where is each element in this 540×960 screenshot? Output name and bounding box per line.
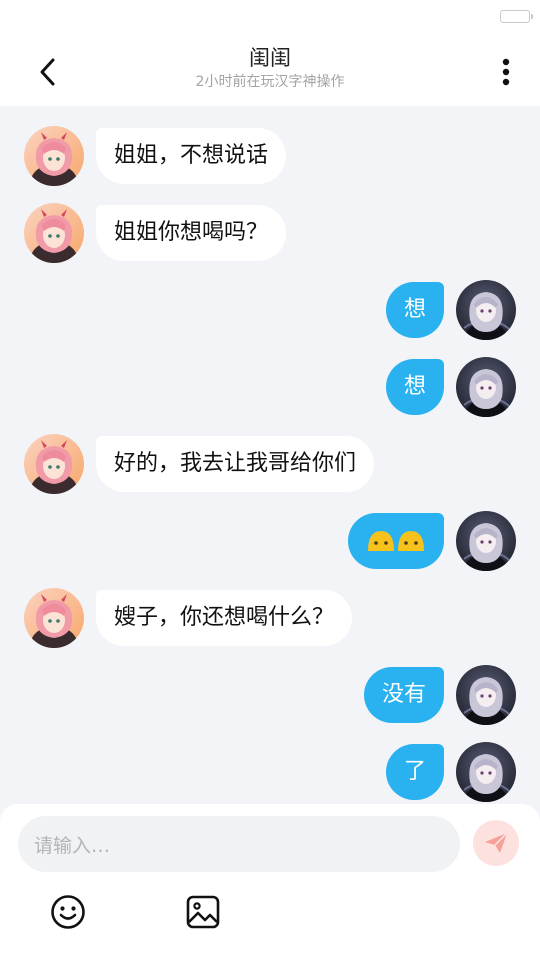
avatar[interactable]	[456, 665, 516, 725]
send-button[interactable]	[473, 820, 519, 866]
image-button[interactable]	[183, 892, 223, 932]
image-icon	[186, 895, 220, 929]
message-bubble[interactable]: 好的，我去让我哥给你们	[96, 436, 375, 492]
message-row: 姐姐你想喝吗？	[0, 203, 540, 265]
yellow-face-icon	[366, 529, 396, 553]
avatar[interactable]	[24, 203, 84, 263]
avatar[interactable]	[24, 588, 84, 648]
battery-icon	[500, 10, 533, 23]
message-row: 姐姐，不想说话	[0, 126, 540, 188]
emoji-button[interactable]	[48, 892, 88, 932]
message-input[interactable]: 请输入…	[18, 816, 460, 872]
input-placeholder: 请输入…	[34, 834, 111, 857]
message-bubble[interactable]: 想	[385, 282, 444, 338]
chat-title: 闺闺	[249, 46, 291, 70]
avatar[interactable]	[24, 126, 84, 186]
paper-plane-icon	[485, 832, 508, 853]
message-row: 想	[0, 357, 540, 419]
message-bubble[interactable]: 想	[385, 359, 444, 415]
status-bar	[0, 0, 540, 38]
emoji-message-bubble[interactable]	[348, 513, 444, 569]
message-bubble[interactable]: 姐姐，不想说话	[96, 128, 287, 184]
yellow-face-icon	[396, 529, 426, 553]
smiley-icon	[51, 895, 85, 929]
chevron-left-icon	[40, 58, 55, 86]
message-row: 想	[0, 280, 540, 342]
message-list[interactable]: 姐姐，不想说话 姐姐你想喝吗？ 想 想 好的，我去让我哥给你们 嫂子，你还想喝什…	[0, 106, 540, 806]
composer-bar: 请输入…	[0, 804, 540, 960]
avatar[interactable]	[24, 434, 84, 494]
message-bubble[interactable]: 了	[385, 744, 444, 800]
message-row: 了	[0, 742, 540, 804]
avatar[interactable]	[456, 280, 516, 340]
message-row: 嫂子，你还想喝什么？	[0, 588, 540, 650]
more-options-button[interactable]	[486, 48, 526, 96]
chat-subtitle: 2小时前在玩汉字神操作	[195, 74, 345, 90]
avatar[interactable]	[456, 742, 516, 802]
message-bubble[interactable]: 没有	[363, 667, 444, 723]
chat-header: 闺闺 2小时前在玩汉字神操作	[0, 38, 540, 106]
more-vertical-icon	[502, 58, 510, 86]
message-bubble[interactable]: 姐姐你想喝吗？	[96, 205, 287, 261]
avatar[interactable]	[456, 357, 516, 417]
message-row: 没有	[0, 665, 540, 727]
avatar[interactable]	[456, 511, 516, 571]
back-button[interactable]	[24, 48, 72, 96]
message-bubble[interactable]: 嫂子，你还想喝什么？	[96, 590, 353, 646]
message-row: 好的，我去让我哥给你们	[0, 434, 540, 496]
message-row	[0, 511, 540, 573]
